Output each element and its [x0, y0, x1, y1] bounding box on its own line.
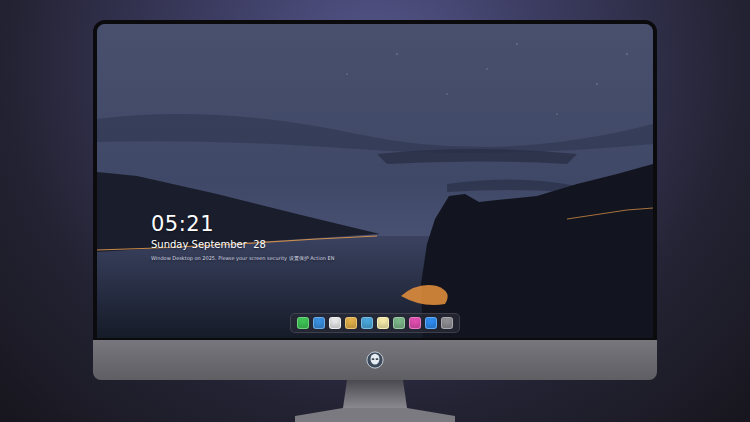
app-icon[interactable]: [329, 317, 341, 329]
monitor-chin: [93, 340, 657, 380]
monitor-stand: [285, 380, 465, 422]
app-icon[interactable]: [313, 317, 325, 329]
app-icon[interactable]: [361, 317, 373, 329]
lock-notice: Window Desktop on 2025. Please your scre…: [151, 254, 334, 262]
wallpaper: [97, 24, 653, 338]
date: Sunday September 28: [151, 238, 334, 252]
app-icon[interactable]: [425, 317, 437, 329]
time: 05:21: [151, 211, 334, 237]
dock: [290, 313, 460, 333]
app-icon[interactable]: [393, 317, 405, 329]
monitor: 05:21 Sunday September 28 Window Desktop…: [93, 20, 657, 422]
app-icon[interactable]: [297, 317, 309, 329]
app-icon[interactable]: [377, 317, 389, 329]
app-icon[interactable]: [345, 317, 357, 329]
app-icon[interactable]: [441, 317, 453, 329]
alien-logo-icon: [366, 351, 384, 369]
lock-screen[interactable]: 05:21 Sunday September 28 Window Desktop…: [93, 20, 657, 340]
app-icon[interactable]: [409, 317, 421, 329]
clock-widget: 05:21 Sunday September 28 Window Desktop…: [151, 211, 334, 262]
